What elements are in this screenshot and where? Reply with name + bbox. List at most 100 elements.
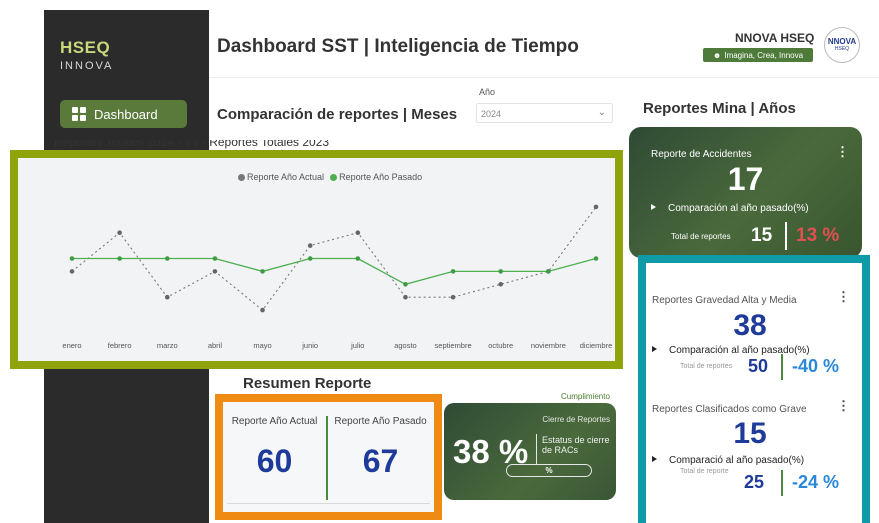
summary-previous-value: 67 [362, 443, 399, 479]
summary-title: Resumen Reporte [243, 375, 372, 392]
serious-total: 25 [744, 472, 765, 492]
comparison-title: Comparación de reportes | Meses [217, 106, 458, 123]
data-point-current[interactable] [355, 256, 361, 261]
x-tick-label: julio [350, 341, 364, 350]
year-value: 2024 [481, 109, 502, 119]
data-point-current[interactable] [593, 256, 599, 261]
summary-divider [326, 416, 328, 500]
compliance-text: Estatus de cierre de RACs [542, 435, 610, 455]
tagline-text: Imagina, Crea, Innova [724, 50, 804, 60]
year-label: Año [479, 87, 496, 97]
more-options-icon[interactable]: ⋮ [837, 398, 850, 414]
header-divider [209, 77, 879, 78]
data-point-current[interactable] [498, 269, 504, 274]
monthly-line-chart: Reporte Año Actual Reporte Año Pasado en… [10, 150, 623, 369]
serious-total-label: Total de reporte [680, 468, 729, 475]
data-point-current[interactable] [307, 256, 313, 261]
logo-sub: HSEQ [834, 46, 850, 52]
compliance-card: Cierre de Reportes 38 % Estatus de cierr… [444, 403, 616, 500]
accidents-comparison[interactable]: Comparación al año pasado(%) [651, 203, 809, 214]
accidents-card: Reporte de Accidentes ⋮ 17 Comparación a… [629, 127, 862, 258]
data-point-previous[interactable] [164, 294, 170, 300]
more-options-icon[interactable]: ⋮ [836, 144, 849, 160]
chart-header-partial: Reportes Totales 2024 - Vs - Reportes To… [54, 140, 330, 149]
data-point-current[interactable] [212, 256, 218, 261]
compliance-label: Cumplimiento [561, 392, 610, 401]
play-icon [651, 204, 656, 210]
play-icon [652, 456, 657, 462]
chart-plot: enero febrero marzo abril mayo junio julio agos… [62, 204, 613, 350]
user-icon: ☻ [712, 50, 722, 60]
page-title: Dashboard SST | Inteligencia de Tiempo [217, 36, 579, 57]
accidents-pct: 13 % [796, 225, 840, 246]
x-tick-label: agosto [394, 341, 417, 350]
company-name: NNOVA HSEQ [735, 31, 815, 45]
compliance-pill[interactable]: % [506, 464, 592, 477]
company-logo: NNOVA HSEQ [824, 27, 860, 63]
play-icon [652, 346, 657, 352]
dashboard-page: HSEQ INNOVA Dashboard Dashboard SST | In… [0, 0, 879, 523]
series-line-current [72, 257, 597, 285]
summary-current: Reporte Año Actual 60 [223, 416, 326, 480]
data-point-current[interactable] [117, 256, 122, 261]
data-point-previous[interactable] [450, 294, 456, 300]
severity-total: 50 [748, 356, 769, 376]
sidebar-item-dashboard[interactable]: Dashboard [60, 100, 187, 128]
serious-title: Reportes Clasificados como Grave [652, 404, 807, 415]
severity-pct: -40 % [792, 356, 840, 376]
brand-title: HSEQ [60, 38, 111, 57]
x-tick-label: abril [208, 341, 223, 350]
serious-pct: -24 % [792, 472, 840, 492]
x-tick-label: diciembre [580, 341, 613, 350]
data-point-previous[interactable] [69, 269, 75, 274]
serious-comparison[interactable]: Comparació al año pasado(%) [652, 455, 804, 466]
data-point-previous[interactable] [403, 294, 408, 300]
more-options-icon[interactable]: ⋮ [837, 289, 850, 305]
x-tick-label: noviembre [531, 341, 566, 350]
accidents-total-label: Total de reportes [671, 232, 731, 241]
serious-divider [781, 470, 783, 496]
chevron-down-icon: ⌄ [597, 107, 606, 118]
accidents-total: 15 [751, 225, 773, 246]
summary-current-label: Reporte Año Actual [231, 416, 318, 427]
mina-highlight-panel: Reportes Gravedad Alta y Media ⋮ 38 Comp… [638, 255, 870, 523]
dashboard-icon [72, 107, 86, 121]
data-point-previous[interactable] [355, 230, 361, 235]
data-point-previous[interactable] [117, 230, 122, 235]
data-point-current[interactable] [164, 256, 170, 261]
summary-current-value: 60 [256, 443, 293, 479]
data-point-previous[interactable] [593, 204, 599, 210]
data-point-previous[interactable] [260, 307, 265, 313]
x-tick-label: septiembre [435, 341, 472, 350]
company-tagline: ☻ Imagina, Crea, Innova [703, 48, 813, 62]
severity-value: 38 [733, 309, 767, 342]
data-point-previous[interactable] [212, 269, 218, 274]
data-point-previous[interactable] [498, 282, 504, 287]
summary-previous-label: Reporte Año Pasado [334, 416, 427, 427]
mina-title: Reportes Mina | Años [643, 100, 796, 117]
data-point-current[interactable] [450, 269, 456, 274]
severity-divider [781, 354, 783, 380]
summary-baseline [227, 503, 430, 504]
severity-comparison[interactable]: Comparación al año pasado(%) [652, 345, 810, 356]
summary-previous: Reporte Año Pasado 67 [329, 416, 432, 480]
severity-title: Reportes Gravedad Alta y Media [652, 295, 797, 306]
accidents-divider [785, 222, 787, 250]
accidents-title: Reporte de Accidentes [651, 149, 752, 160]
data-point-current[interactable] [69, 256, 75, 261]
year-select[interactable]: 2024 ⌄ [476, 103, 613, 123]
compliance-divider [536, 434, 537, 464]
compliance-tag: Cierre de Reportes [542, 415, 610, 424]
data-point-previous[interactable] [307, 243, 313, 248]
data-point-current[interactable] [546, 269, 551, 274]
data-point-current[interactable] [260, 269, 265, 274]
x-tick-label: octubre [488, 341, 513, 350]
brand-subtitle: INNOVA [60, 60, 114, 72]
x-tick-label: mayo [253, 341, 271, 350]
severity-total-label: Total de reportes [680, 363, 733, 370]
accidents-value: 17 [727, 161, 764, 197]
data-point-current[interactable] [403, 282, 408, 287]
x-tick-label: marzo [157, 341, 178, 350]
x-tick-label: junio [301, 341, 318, 350]
x-tick-label: enero [62, 341, 81, 350]
